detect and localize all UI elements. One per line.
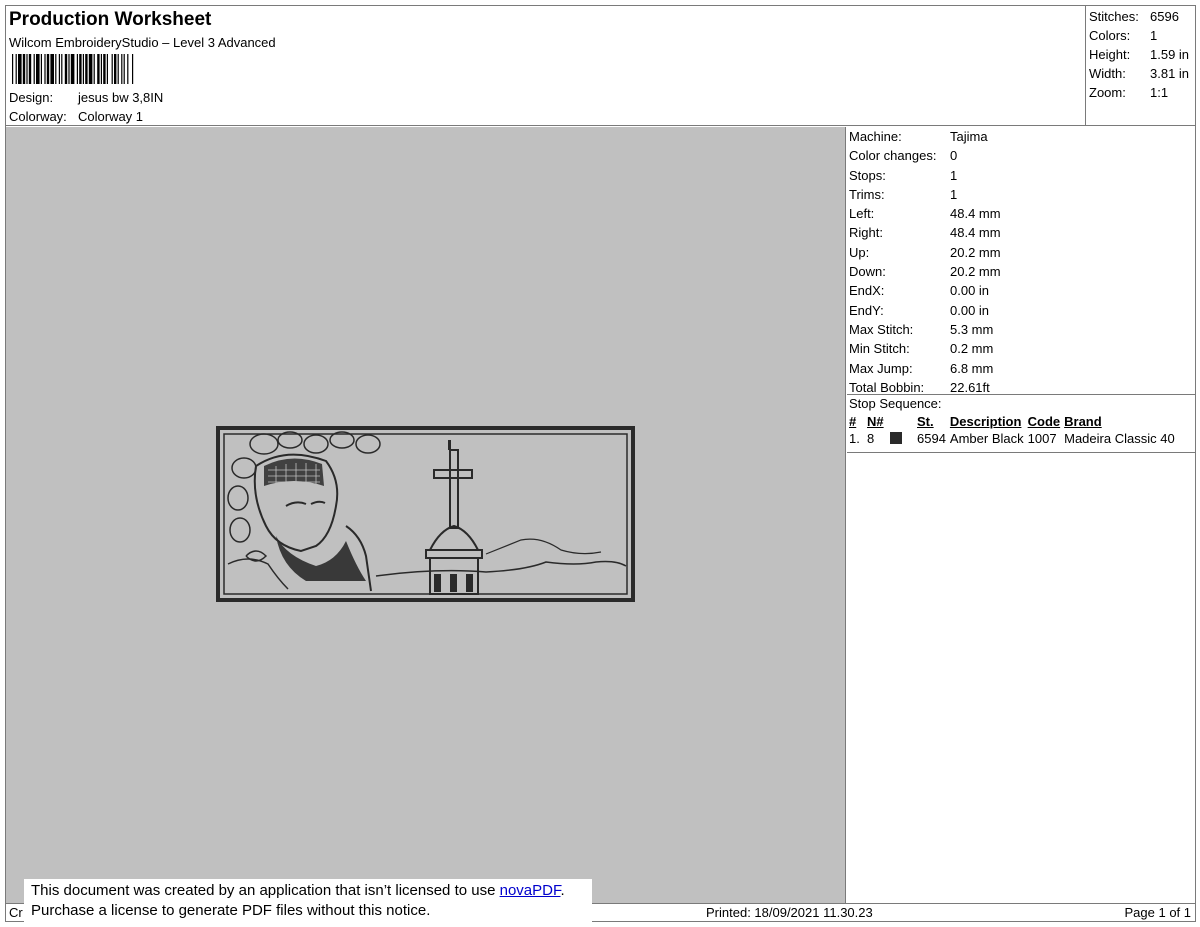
- summary-value: 6596: [1150, 9, 1179, 24]
- info-value: 0: [950, 148, 958, 164]
- info-row: EndY: 0.00 in: [847, 301, 1195, 320]
- notice-line-2: Purchase a license to generate PDF files…: [31, 902, 431, 919]
- notice-text: This document was created by an applicat…: [31, 882, 500, 899]
- design-value: jesus bw 3,8IN: [78, 90, 164, 105]
- notice-text: .: [560, 882, 565, 899]
- info-value: 0.2 mm: [950, 341, 994, 357]
- cell-code: 1007: [1027, 431, 1057, 446]
- info-label: Min Stitch:: [849, 341, 910, 357]
- info-value: 20.2 mm: [950, 264, 1001, 280]
- summary-row-height: Height: 1.59 in: [1089, 46, 1195, 65]
- summary-row-stitches: Stitches: 6596: [1089, 8, 1195, 27]
- stop-sequence-table: # N# St. Description Code Brand 1. 8 659…: [849, 413, 1179, 447]
- divider: [847, 452, 1195, 453]
- design-label: Design:: [9, 90, 54, 105]
- summary-label: Height:: [1089, 47, 1131, 62]
- machine-info-panel: Machine: Tajima Color changes: 0 Stops: 1 T…: [847, 127, 1195, 397]
- info-row: Left: 48.4 mm: [847, 204, 1195, 223]
- info-label: Machine:: [849, 129, 902, 144]
- license-notice: This document was created by an applicat…: [24, 879, 592, 923]
- design-preview-canvas: [6, 127, 846, 903]
- worksheet-page: Production Worksheet Wilcom EmbroiderySt…: [5, 5, 1196, 922]
- embroidery-design-image: [216, 426, 635, 602]
- colorway-label: Colorway:: [9, 109, 67, 124]
- summary-value: 1:1: [1150, 85, 1169, 100]
- info-row: Min Stitch: 0.2 mm: [847, 339, 1195, 358]
- info-label: Left:: [849, 206, 875, 222]
- summary-row-zoom: Zoom: 1:1: [1089, 84, 1195, 103]
- info-row: Max Jump: 6.8 mm: [847, 359, 1195, 378]
- summary-row-width: Width: 3.81 in: [1089, 65, 1195, 84]
- info-value: 48.4 mm: [950, 225, 1001, 241]
- info-label: Up:: [849, 244, 870, 260]
- printed-timestamp: Printed: 18/09/2021 11.30.23: [706, 905, 873, 920]
- info-label: Down:: [849, 264, 886, 280]
- info-label: Max Jump:: [849, 360, 913, 376]
- colorway-row: Colorway: Colorway 1: [9, 109, 143, 124]
- summary-label: Width:: [1089, 66, 1126, 81]
- column-header-index: #: [849, 414, 857, 429]
- worksheet-header: Production Worksheet Wilcom EmbroiderySt…: [6, 6, 1195, 126]
- notice-line-1: This document was created by an applicat…: [31, 881, 592, 901]
- cell-brand: Madeira Classic 40: [1064, 431, 1175, 446]
- info-value: 0.00 in: [950, 283, 990, 299]
- created-text: Cr: [9, 905, 23, 920]
- info-row: Trims: 1: [847, 185, 1195, 204]
- summary-label: Zoom:: [1089, 85, 1126, 100]
- info-value: 0.00 in: [950, 302, 990, 318]
- info-row: Stops: 1: [847, 166, 1195, 185]
- info-row: Max Stitch: 5.3 mm: [847, 320, 1195, 339]
- info-value: 20.2 mm: [950, 244, 1001, 260]
- summary-value: 3.81 in: [1150, 66, 1190, 81]
- info-row: EndX: 0.00 in: [847, 281, 1195, 300]
- info-label: EndY:: [849, 302, 884, 318]
- info-value: 22.61ft: [950, 379, 990, 395]
- summary-value: 1.59 in: [1150, 47, 1190, 62]
- info-label: Trims:: [849, 186, 885, 202]
- summary-label: Colors:: [1089, 28, 1131, 43]
- cell-needle: 8: [867, 430, 917, 447]
- info-row: Up: 20.2 mm: [847, 243, 1195, 262]
- stop-sequence-panel: Stop Sequence: # N# St. Description Code…: [847, 395, 1195, 447]
- info-row: Color changes: 0: [847, 146, 1195, 165]
- info-label: EndX:: [849, 283, 885, 299]
- cell-index: 1.: [849, 431, 860, 446]
- summary-row-colors: Colors: 1: [1089, 27, 1195, 46]
- novapdf-link[interactable]: novaPDF: [500, 882, 561, 899]
- page-number: Page 1 of 1: [1124, 905, 1192, 920]
- design-row: Design: jesus bw 3,8IN: [9, 90, 163, 105]
- info-row: Right: 48.4 mm: [847, 223, 1195, 242]
- column-header-stitches: St.: [917, 414, 934, 429]
- summary-panel: Stitches: 6596 Colors: 1 Height: 1.59 in Wi…: [1085, 6, 1195, 126]
- colorway-value: Colorway 1: [78, 109, 144, 124]
- info-label: Right:: [849, 225, 883, 241]
- software-name: Wilcom EmbroideryStudio – Level 3 Advanc…: [9, 35, 276, 50]
- table-row: 1. 8 6594 Amber Black 1007 Madeira Class…: [849, 430, 1179, 447]
- cell-stitches: 6594: [917, 431, 946, 446]
- needle-number: 8: [867, 431, 875, 446]
- cell-description: Amber Black: [949, 431, 1024, 446]
- info-value: Tajima: [950, 129, 988, 144]
- info-label: Color changes:: [849, 148, 937, 164]
- info-label: Stops:: [849, 167, 886, 183]
- thread-color-swatch: [890, 432, 903, 444]
- info-row: Machine: Tajima: [847, 127, 1195, 146]
- info-row: Down: 20.2 mm: [847, 262, 1195, 281]
- info-value: 1: [950, 167, 958, 183]
- column-header-needle: N#: [867, 414, 884, 429]
- barcode: [12, 54, 134, 84]
- info-value: 5.3 mm: [950, 321, 994, 337]
- column-header-brand: Brand: [1064, 414, 1102, 429]
- info-value: 48.4 mm: [950, 206, 1001, 222]
- summary-label: Stitches:: [1089, 9, 1139, 24]
- page-title: Production Worksheet: [9, 9, 212, 30]
- column-header-code: Code: [1027, 414, 1061, 429]
- column-header-description: Description: [949, 414, 1022, 429]
- info-label: Max Stitch:: [849, 321, 914, 337]
- stop-sequence-title: Stop Sequence:: [849, 396, 942, 411]
- table-header-row: # N# St. Description Code Brand: [849, 413, 1179, 430]
- info-value: 6.8 mm: [950, 360, 994, 376]
- info-value: 1: [950, 186, 958, 202]
- summary-value: 1: [1150, 28, 1158, 43]
